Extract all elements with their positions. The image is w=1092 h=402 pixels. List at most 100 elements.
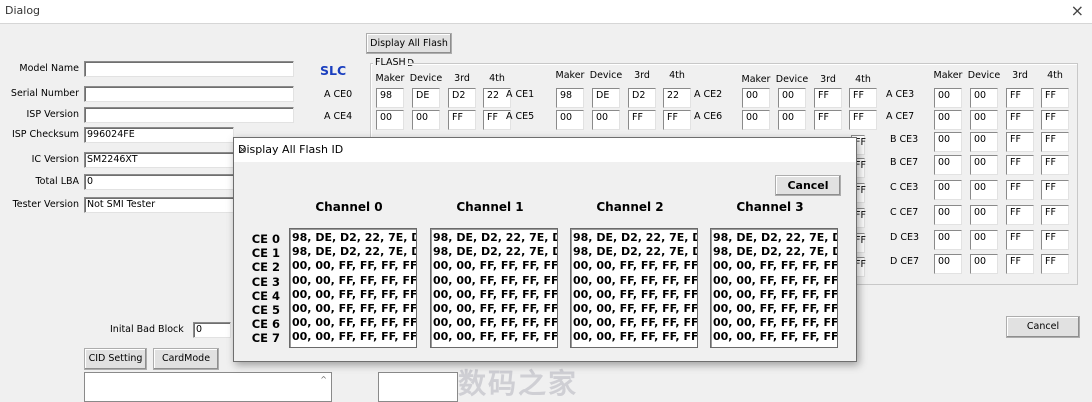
flash-byte-field[interactable]: FF bbox=[1006, 254, 1034, 274]
ce-row-label: CE 6 bbox=[251, 317, 280, 332]
log-textarea[interactable]: ^ bbox=[84, 372, 332, 402]
flash-byte-field[interactable]: 98 bbox=[556, 88, 584, 108]
list-item: 00, 00, FF, FF, FF, FF bbox=[433, 302, 558, 316]
list-item: 00, 00, FF, FF, FF, FF bbox=[713, 287, 838, 301]
dialog-cancel-button[interactable]: Cancel bbox=[775, 175, 841, 196]
flash-byte-field[interactable]: 00 bbox=[934, 254, 962, 274]
column-header: Maker bbox=[933, 70, 963, 81]
isp-version-field[interactable] bbox=[84, 107, 294, 123]
column-header: 4th bbox=[489, 73, 505, 84]
flash-byte-field[interactable]: FF bbox=[1006, 155, 1034, 175]
flash-byte-field[interactable]: 00 bbox=[970, 132, 998, 152]
flash-byte-field[interactable]: FF bbox=[448, 110, 476, 130]
flash-byte-field[interactable]: 00 bbox=[970, 155, 998, 175]
list-item: 98, DE, D2, 22, 7E, D5 bbox=[713, 245, 838, 259]
flash-byte-field[interactable]: FF bbox=[1006, 180, 1034, 200]
display-all-flash-id-dialog: Display All Flash ID × Cancel Channel 0 9… bbox=[233, 137, 857, 362]
dialog-close-icon[interactable]: × bbox=[238, 143, 850, 156]
tester-version-field[interactable]: Not SMI Tester bbox=[84, 197, 234, 213]
flash-byte-field[interactable]: 00 bbox=[970, 205, 998, 225]
list-item: 98, DE, D2, 22, 7E, D5 bbox=[433, 231, 558, 244]
display-all-flash-id-button[interactable]: Display All Flash ID bbox=[366, 33, 452, 69]
channel-listbox[interactable]: 98, DE, D2, 22, 7E, D5 98, DE, D2, 22, 7E… bbox=[430, 228, 558, 348]
serial-number-field[interactable] bbox=[84, 86, 294, 102]
flash-byte-field[interactable]: 00 bbox=[970, 254, 998, 274]
flash-byte-field[interactable]: FF bbox=[628, 110, 656, 130]
ic-version-field[interactable]: SM2246XT bbox=[84, 152, 234, 168]
flash-byte-field[interactable]: FF bbox=[1041, 230, 1069, 250]
ce-row-label: CE 0 bbox=[251, 232, 280, 246]
ce-label: C CE7 bbox=[890, 207, 919, 218]
channel-listbox[interactable]: 98, DE, D2, 22, 7E, D5 98, DE, D2, 22, 7E… bbox=[570, 228, 698, 348]
flash-byte-field[interactable]: 00 bbox=[970, 180, 998, 200]
flash-byte-field[interactable]: FF bbox=[1006, 205, 1034, 225]
isp-checksum-field[interactable]: 996024FE bbox=[84, 127, 234, 143]
flash-byte-field[interactable]: FF bbox=[814, 110, 842, 130]
flash-byte-field[interactable]: FF bbox=[1006, 132, 1034, 152]
flash-byte-field[interactable]: DE bbox=[592, 88, 620, 108]
flash-byte-field[interactable]: 00 bbox=[934, 132, 962, 152]
flash-byte-field[interactable]: FF bbox=[1041, 155, 1069, 175]
channel-listbox[interactable]: 98, DE, D2, 22, 7E, D5 98, DE, D2, 22, 7E… bbox=[289, 228, 417, 348]
flash-byte-field[interactable]: FF bbox=[1006, 110, 1034, 130]
flash-byte-field[interactable]: 00 bbox=[934, 155, 962, 175]
flash-byte-field[interactable]: 00 bbox=[376, 110, 404, 130]
flash-byte-field[interactable]: FF bbox=[849, 110, 877, 130]
flash-byte-field[interactable]: 00 bbox=[934, 88, 962, 108]
flash-byte-field[interactable]: 00 bbox=[934, 180, 962, 200]
dialog-title-bar: Display All Flash ID × bbox=[234, 138, 856, 162]
scroll-up-icon[interactable]: ^ bbox=[320, 375, 327, 384]
cid-setting-button[interactable]: CID Setting bbox=[84, 348, 147, 370]
flash-byte-field[interactable]: FF bbox=[1041, 132, 1069, 152]
flash-byte-field[interactable]: FF bbox=[849, 88, 877, 108]
flash-byte-field[interactable]: DE bbox=[412, 88, 440, 108]
model-name-field[interactable] bbox=[84, 61, 294, 77]
flash-byte-field[interactable]: 00 bbox=[778, 88, 806, 108]
ce-label: A CE7 bbox=[886, 111, 915, 122]
flash-byte-field[interactable]: 00 bbox=[778, 110, 806, 130]
list-item: 00, 00, FF, FF, FF, FF bbox=[573, 330, 698, 344]
flash-byte-field[interactable]: 00 bbox=[556, 110, 584, 130]
model-name-label: Model Name bbox=[19, 63, 79, 74]
flash-byte-field[interactable]: FF bbox=[814, 88, 842, 108]
list-item: 00, 00, FF, FF, FF, FF bbox=[292, 259, 417, 273]
flash-byte-field[interactable]: 22 bbox=[663, 88, 691, 108]
secondary-textarea[interactable] bbox=[378, 372, 458, 402]
flash-byte-field[interactable]: 00 bbox=[742, 110, 770, 130]
flash-byte-field[interactable]: 00 bbox=[934, 110, 962, 130]
ce-row-label: CE 7 bbox=[251, 331, 280, 346]
cardmode-button[interactable]: CardMode bbox=[153, 348, 219, 370]
ce-row-label: CE 4 bbox=[251, 288, 280, 303]
flash-byte-field[interactable]: FF bbox=[663, 110, 691, 130]
flash-byte-field[interactable]: D2 bbox=[448, 88, 476, 108]
list-item: 00, 00, FF, FF, FF, FF bbox=[713, 273, 838, 287]
flash-byte-field[interactable]: 00 bbox=[592, 110, 620, 130]
flash-byte-field[interactable]: 00 bbox=[970, 230, 998, 250]
ce-label: A CE4 bbox=[324, 111, 353, 122]
channel-listbox[interactable]: 98, DE, D2, 22, 7E, D5 98, DE, D2, 22, 7E… bbox=[710, 228, 838, 348]
initial-bad-block-field[interactable]: 0 bbox=[193, 322, 231, 338]
flash-byte-field[interactable]: 00 bbox=[970, 110, 998, 130]
flash-byte-field[interactable]: 00 bbox=[742, 88, 770, 108]
list-item: 98, DE, D2, 22, 7E, D5 bbox=[573, 231, 698, 244]
flash-byte-field[interactable]: FF bbox=[1006, 230, 1034, 250]
flash-byte-field[interactable]: 98 bbox=[376, 88, 404, 108]
window-close-icon[interactable]: × bbox=[1071, 1, 1084, 20]
flash-byte-field[interactable]: FF bbox=[1041, 110, 1069, 130]
flash-byte-field[interactable]: FF bbox=[1006, 88, 1034, 108]
column-header: 3rd bbox=[634, 70, 650, 81]
flash-byte-field[interactable]: D2 bbox=[628, 88, 656, 108]
column-header: 4th bbox=[669, 70, 685, 81]
total-lba-field[interactable]: 0 bbox=[84, 174, 234, 190]
flash-byte-field[interactable]: 00 bbox=[934, 230, 962, 250]
flash-byte-field[interactable]: FF bbox=[1041, 88, 1069, 108]
flash-byte-field[interactable]: 00 bbox=[412, 110, 440, 130]
total-lba-label: Total LBA bbox=[35, 176, 79, 187]
main-cancel-button[interactable]: Cancel bbox=[1006, 316, 1080, 338]
flash-byte-field[interactable]: 00 bbox=[970, 88, 998, 108]
flash-byte-field[interactable]: FF bbox=[1041, 180, 1069, 200]
flash-byte-field[interactable]: FF bbox=[1041, 254, 1069, 274]
flash-byte-field[interactable]: FF bbox=[1041, 205, 1069, 225]
flash-byte-field[interactable]: 00 bbox=[934, 205, 962, 225]
list-item: 00, 00, FF, FF, FF, FF bbox=[573, 287, 698, 301]
